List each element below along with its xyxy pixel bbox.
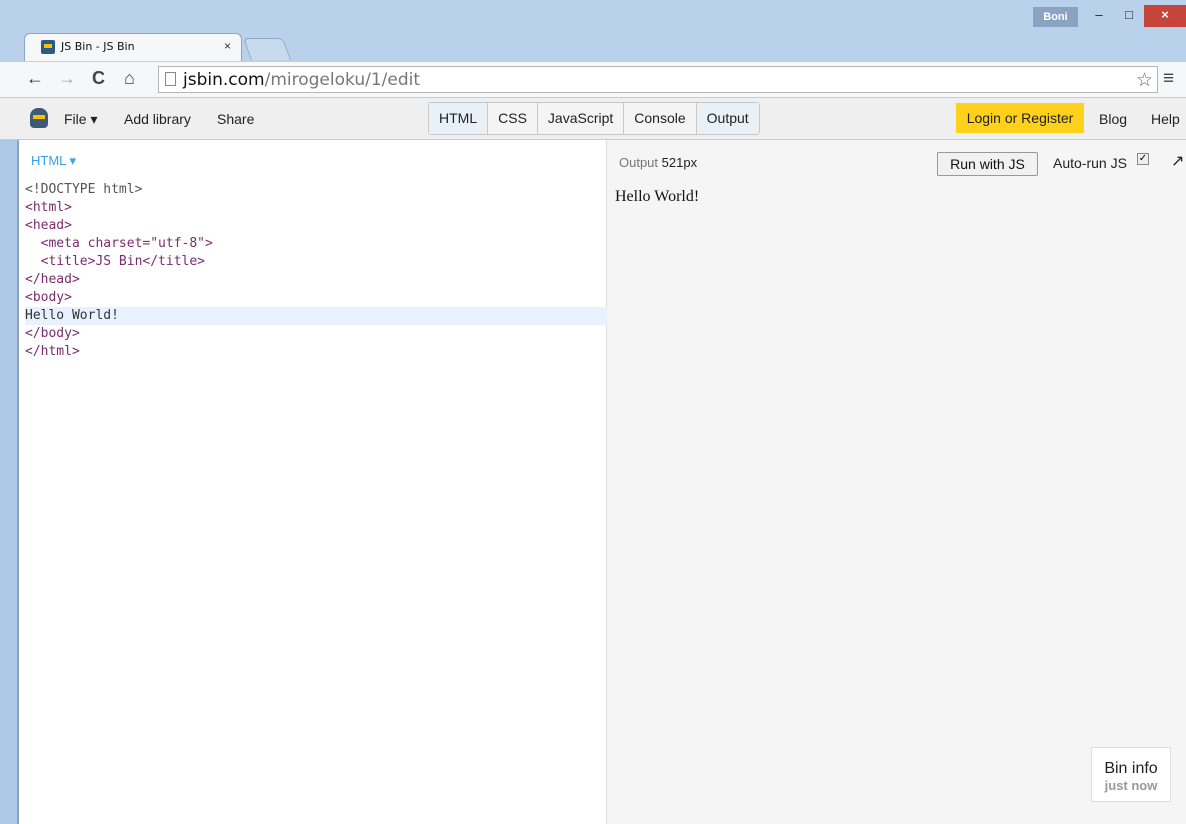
help-link[interactable]: Help	[1151, 111, 1180, 127]
panel-toggles: HTML CSS JavaScript Console Output	[428, 102, 760, 135]
output-width: 521px	[661, 155, 698, 170]
add-library-menu[interactable]: Add library	[124, 111, 191, 127]
code-line[interactable]: <head>	[25, 217, 607, 235]
minimize-button[interactable]: –	[1084, 5, 1114, 27]
panel-html-button[interactable]: HTML	[429, 103, 489, 134]
browser-titlebar: JS Bin - JS Bin × Boni – □ ×	[0, 0, 1186, 62]
jsbin-control-bar: File ▾ Add library Share HTML CSS JavaSc…	[0, 98, 1186, 140]
code-line-active[interactable]: Hello World!	[25, 307, 607, 325]
file-menu[interactable]: File ▾	[64, 111, 97, 128]
browser-toolbar: ← → C ⌂ jsbin.com/mirogeloku/1/edit ☆ ≡	[0, 62, 1186, 98]
code-line[interactable]: <title>JS Bin</title>	[25, 253, 607, 271]
bin-info-time: just now	[1104, 778, 1158, 793]
code-line[interactable]: </body>	[25, 325, 607, 343]
jsbin-logo-icon[interactable]	[30, 108, 48, 128]
url-path: /mirogeloku/1/edit	[264, 70, 421, 90]
browser-menu-icon[interactable]: ≡	[1163, 68, 1174, 90]
home-icon[interactable]: ⌂	[124, 68, 135, 89]
bin-info-title: Bin info	[1104, 760, 1158, 777]
code-line[interactable]: </head>	[25, 271, 607, 289]
back-arrow-icon[interactable]: ←	[26, 68, 44, 89]
address-bar[interactable]: jsbin.com/mirogeloku/1/edit ☆	[158, 66, 1158, 93]
autorun-checkbox[interactable]: ✓	[1137, 153, 1149, 165]
output-label: Output 521px	[619, 155, 697, 170]
code-editor[interactable]: <!DOCTYPE html> <html> <head> <meta char…	[25, 181, 607, 361]
tab-close-icon[interactable]: ×	[224, 39, 231, 53]
code-line[interactable]: <meta charset="utf-8">	[25, 235, 607, 253]
new-tab-button[interactable]	[242, 38, 292, 60]
page-icon	[165, 72, 176, 86]
output-title: Output	[619, 155, 659, 170]
close-window-button[interactable]: ×	[1144, 5, 1186, 27]
panel-css-button[interactable]: CSS	[488, 103, 538, 134]
run-with-js-button[interactable]: Run with JS	[937, 152, 1038, 176]
panel-javascript-button[interactable]: JavaScript	[538, 103, 625, 134]
blog-link[interactable]: Blog	[1099, 111, 1127, 127]
output-content: Hello World!	[615, 188, 700, 205]
forward-arrow-icon[interactable]: →	[58, 68, 76, 89]
panel-output-button[interactable]: Output	[696, 103, 759, 134]
code-line[interactable]: <html>	[25, 199, 607, 217]
jsbin-favicon-icon	[41, 40, 55, 54]
autorun-label: Auto-run JS	[1053, 155, 1127, 171]
html-editor-panel[interactable]: HTML ▾ <!DOCTYPE html> <html> <head> <me…	[19, 140, 607, 824]
editor-language-dropdown[interactable]: HTML ▾	[31, 153, 76, 169]
url-text[interactable]: jsbin.com/mirogeloku/1/edit	[183, 70, 420, 90]
reload-icon[interactable]: C	[92, 68, 105, 89]
panel-console-button[interactable]: Console	[624, 103, 697, 134]
output-panel: Output 521px Run with JS Auto-run JS ✓ ↗…	[607, 140, 1186, 824]
maximize-button[interactable]: □	[1114, 5, 1144, 27]
login-register-button[interactable]: Login or Register	[956, 103, 1084, 133]
code-line[interactable]: <body>	[25, 289, 607, 307]
url-host: jsbin.com	[183, 70, 265, 90]
bin-info-panel[interactable]: Bin info just now	[1091, 747, 1171, 802]
code-line[interactable]: <!DOCTYPE html>	[25, 181, 607, 199]
profile-badge[interactable]: Boni	[1033, 7, 1078, 27]
popout-arrow-icon[interactable]: ↗	[1171, 151, 1184, 171]
code-line[interactable]: </html>	[25, 343, 607, 361]
share-menu[interactable]: Share	[217, 111, 254, 127]
browser-tab[interactable]: JS Bin - JS Bin ×	[24, 33, 242, 61]
tab-title: JS Bin - JS Bin	[61, 40, 135, 53]
bookmark-star-icon[interactable]: ☆	[1136, 69, 1153, 92]
